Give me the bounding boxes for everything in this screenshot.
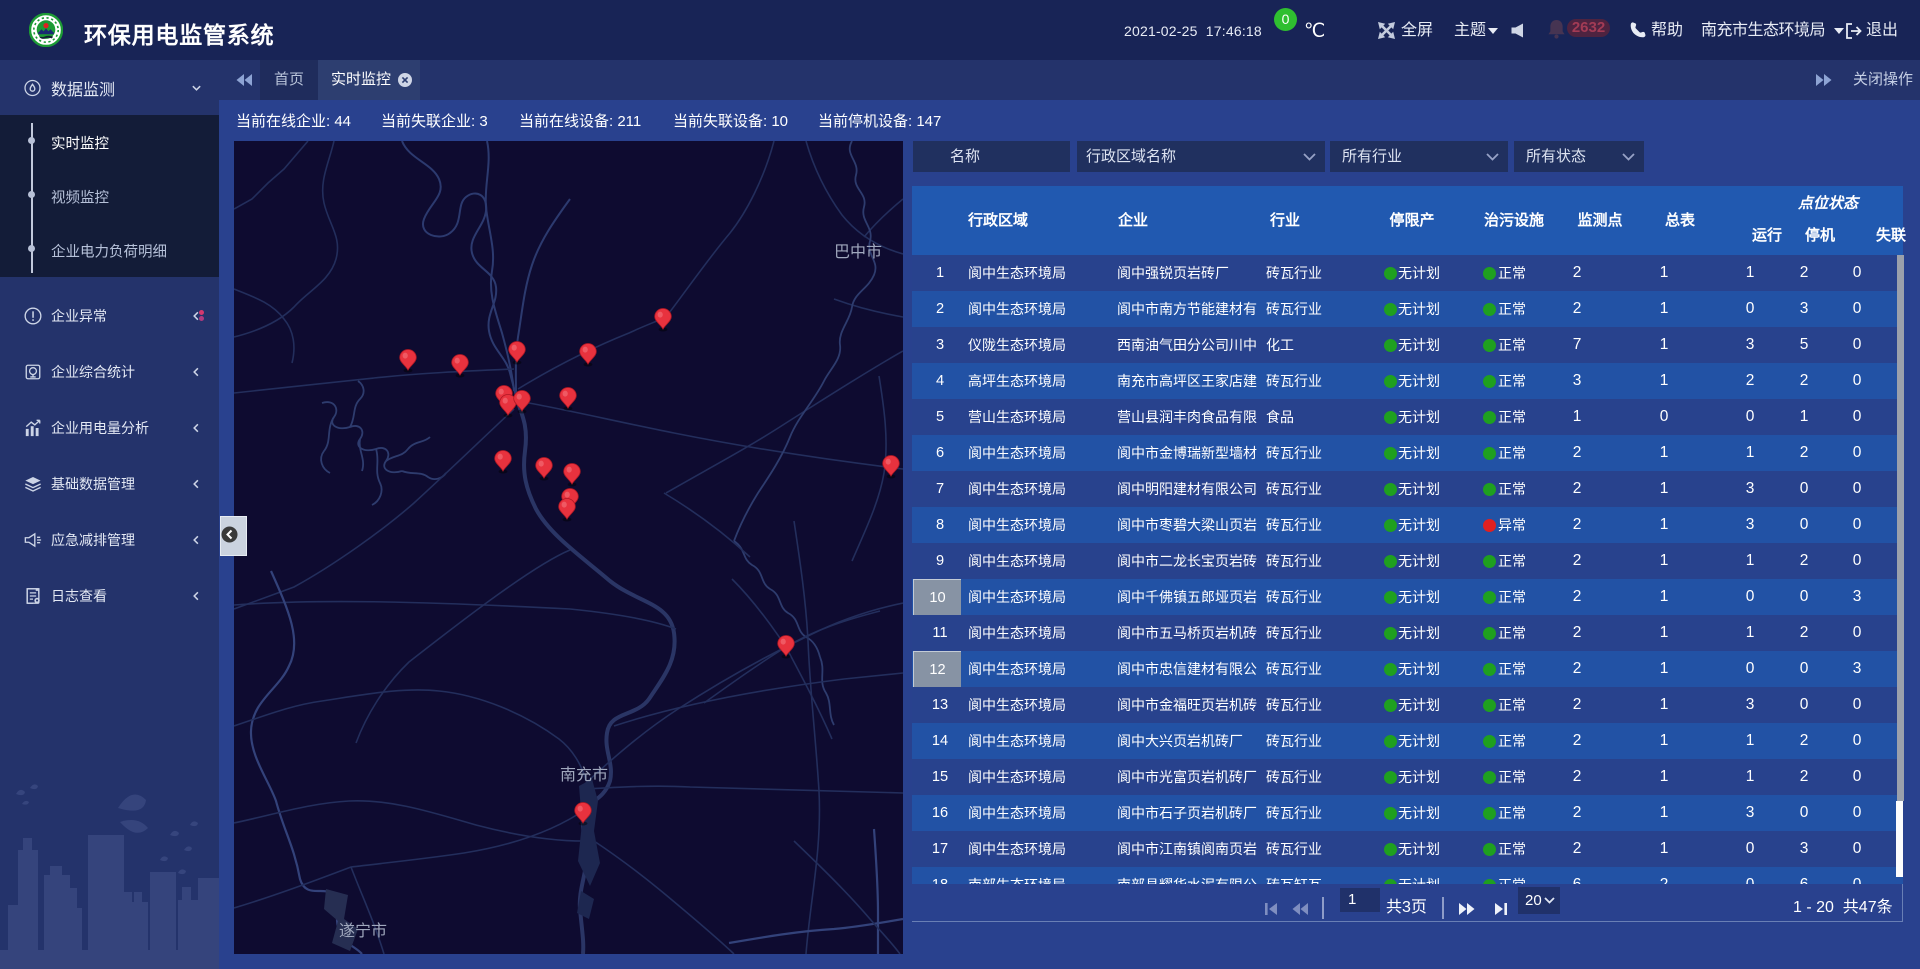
svg-text:遂宁市: 遂宁市 [339, 922, 387, 940]
svg-text:南充市: 南充市 [560, 766, 608, 784]
svg-text:巴中市: 巴中市 [834, 243, 882, 261]
